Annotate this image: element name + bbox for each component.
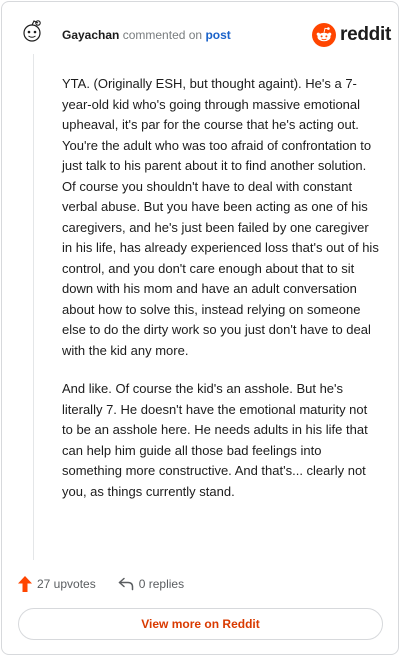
reply-arrow-icon xyxy=(118,577,133,591)
upvote-button[interactable]: 27 upvotes xyxy=(18,576,96,592)
comment-paragraph: YTA. (Originally ESH, but thought againt… xyxy=(62,76,379,358)
comment-actions: 27 upvotes 0 replies xyxy=(18,574,184,594)
avatar-snoo-icon[interactable] xyxy=(19,18,45,44)
reply-count: 0 replies xyxy=(138,577,185,591)
comment-byline: Gayachan commented on post xyxy=(62,28,231,42)
post-link[interactable]: post xyxy=(205,28,230,42)
upvote-count: 27 upvotes xyxy=(37,577,96,591)
reddit-wordmark: reddit xyxy=(340,24,391,45)
replies-button[interactable]: 0 replies xyxy=(118,577,184,591)
reddit-logo-icon xyxy=(312,23,336,47)
comment-header: Gayachan commented on post reddit xyxy=(2,2,398,62)
comment-body: YTA. (Originally ESH, but thought againt… xyxy=(62,74,380,520)
commented-on-text: commented on xyxy=(122,28,203,42)
username[interactable]: Gayachan xyxy=(62,28,119,42)
comment-paragraph: And like. Of course the kid's an asshole… xyxy=(62,381,368,499)
thread-line xyxy=(33,54,34,560)
upvote-arrow-icon xyxy=(18,576,32,592)
reddit-logo[interactable]: reddit xyxy=(312,22,391,48)
view-more-button[interactable]: View more on Reddit xyxy=(18,608,383,640)
comment-card: Gayachan commented on post reddit YTA. (… xyxy=(1,1,399,655)
